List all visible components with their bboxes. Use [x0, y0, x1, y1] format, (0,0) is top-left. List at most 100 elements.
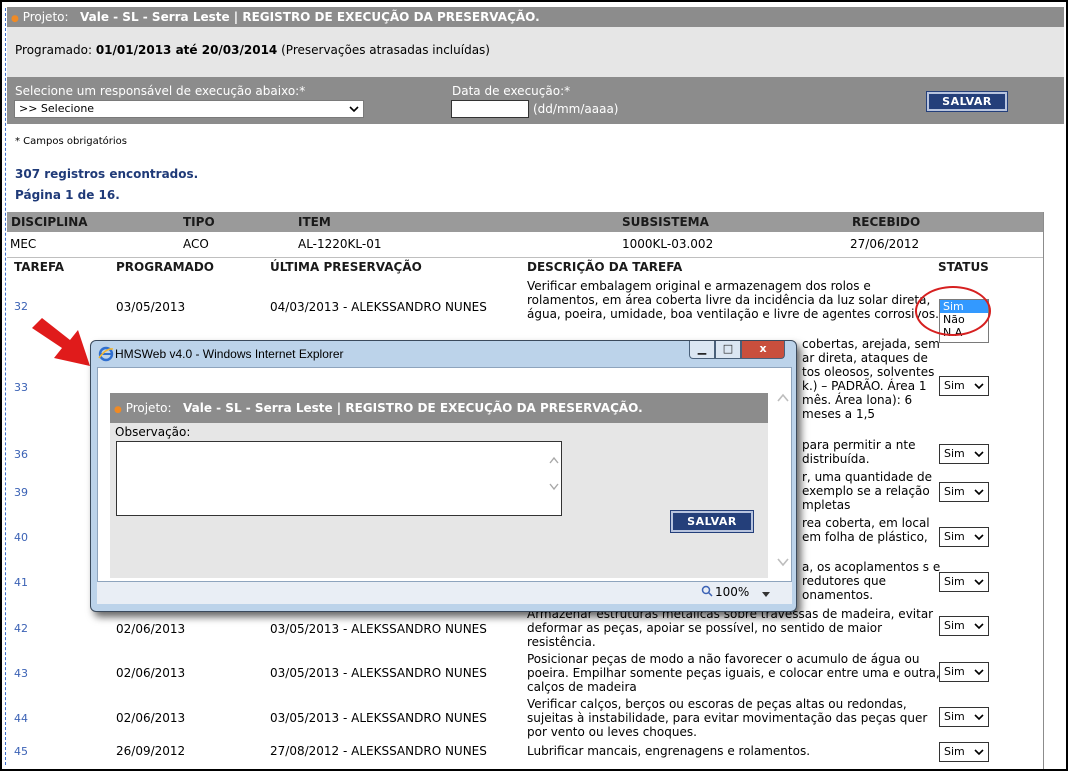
highlight-circle — [915, 286, 991, 336]
close-button[interactable]: x — [741, 341, 785, 359]
page-frame: ● Projeto: Vale - SL - Serra Leste | REG… — [0, 0, 1068, 771]
cell-programado: 02/06/2013 — [116, 711, 186, 725]
cell-item: AL-1220KL-01 — [298, 237, 382, 251]
task-link[interactable]: 43 — [14, 667, 28, 680]
cell-descricao: rea coberta, em local em folha de plásti… — [802, 516, 930, 544]
maximize-button[interactable]: □ — [715, 341, 741, 359]
cell-programado: 02/06/2013 — [116, 622, 186, 636]
task-link[interactable]: 40 — [14, 531, 28, 544]
task-link[interactable]: 45 — [14, 745, 28, 758]
observacao-label: Observação: — [115, 425, 191, 439]
info-table-header: DISCIPLINA TIPO ITEM SUBSISTEMA RECEBIDO — [7, 212, 1044, 232]
popup-project-label: Projeto: — [125, 401, 172, 415]
status-select[interactable]: Sim — [939, 662, 989, 682]
status-value: Sim — [944, 745, 965, 758]
red-arrow-icon — [32, 318, 90, 366]
table-row: 43 02/06/2013 03/05/2013 - ALEKSSANDRO N… — [7, 651, 1044, 696]
table-row: 42 02/06/2013 03/05/2013 - ALEKSSANDRO N… — [7, 606, 1044, 650]
popup-save-button[interactable]: SALVAR — [670, 510, 754, 533]
status-select[interactable]: Sim — [939, 572, 989, 592]
status-value: Sim — [944, 485, 965, 498]
header-tarefa: TAREFA — [14, 260, 65, 274]
status-value: Sim — [944, 619, 965, 632]
table-row: 44 02/06/2013 03/05/2013 - ALEKSSANDRO N… — [7, 696, 1044, 742]
header-descricao: DESCRIÇÃO DA TAREFA — [527, 260, 683, 274]
info-table-row: MEC ACO AL-1220KL-01 1000KL-03.002 27/06… — [7, 232, 1044, 258]
status-select[interactable]: Sim — [939, 616, 989, 636]
popup-project-title: Vale - SL - Serra Leste | REGISTRO DE EX… — [182, 401, 643, 415]
cell-disciplina: MEC — [10, 237, 37, 251]
header-item: ITEM — [298, 215, 331, 229]
responsavel-select[interactable]: >> Selecione — [14, 100, 364, 118]
cell-ultima: 27/08/2012 - ALEKSSANDRO NUNES — [270, 744, 487, 758]
bullet-icon: ● — [11, 14, 19, 24]
bullet-icon: ● — [114, 405, 122, 415]
page-indicator: Página 1 de 16. — [15, 188, 120, 202]
header-tipo: TIPO — [183, 215, 215, 229]
status-select[interactable]: Sim — [939, 742, 989, 762]
popup-status-bar: 100% — [97, 582, 792, 604]
status-select[interactable]: Sim — [939, 527, 989, 547]
chevron-up-icon — [547, 456, 561, 467]
status-select[interactable]: Sim — [939, 444, 989, 464]
cell-programado: 03/05/2013 — [116, 300, 186, 314]
programado-label: Programado: — [15, 43, 92, 57]
programado-note: (Preservações atrasadas incluídas) — [281, 43, 490, 57]
textarea-scrollbar[interactable] — [547, 442, 561, 515]
minimize-button[interactable]: ▁ — [689, 341, 715, 359]
cell-ultima: 03/05/2013 - ALEKSSANDRO NUNES — [270, 711, 487, 725]
popup-scrollbar[interactable] — [774, 368, 792, 581]
status-value: Sim — [944, 710, 965, 723]
status-select[interactable]: Sim — [939, 707, 989, 727]
observacao-textarea[interactable] — [116, 441, 562, 516]
selection-bar: Selecione um responsável de execução aba… — [7, 77, 1064, 124]
popup-window-title: HMSWeb v4.0 - Windows Internet Explorer — [115, 347, 344, 361]
task-link[interactable]: 41 — [14, 576, 28, 589]
status-select[interactable]: Sim — [939, 482, 989, 502]
project-header: ● Projeto: Vale - SL - Serra Leste | REG… — [7, 7, 1064, 27]
task-link[interactable]: 42 — [14, 622, 28, 635]
cell-ultima: 03/05/2013 - ALEKSSANDRO NUNES — [270, 666, 487, 680]
header-subsistema: SUBSISTEMA — [622, 215, 709, 229]
header-recebido: RECEBIDO — [852, 215, 921, 229]
cell-descricao: r, uma quantidade de exemplo se a relaçã… — [802, 470, 933, 512]
chevron-down-icon — [973, 528, 985, 552]
header-programado: PROGRAMADO — [116, 260, 215, 274]
zoom-level[interactable]: 100% — [715, 585, 749, 599]
task-table-header: TAREFA PROGRAMADO ÚLTIMA PRESERVAÇÃO DES… — [7, 260, 1044, 278]
task-link[interactable]: 39 — [14, 486, 28, 499]
required-fields-note: * Campos obrigatórios — [15, 136, 127, 147]
project-label: Projeto: — [22, 10, 69, 24]
zoom-icon[interactable] — [701, 585, 713, 600]
chevron-down-icon — [973, 617, 985, 641]
cell-programado: 26/09/2012 — [116, 744, 186, 758]
chevron-down-icon — [973, 743, 985, 767]
observacao-area: Observação: SALVAR — [110, 423, 768, 578]
status-value: Sim — [944, 575, 965, 588]
cell-descricao: a, os acoplamentos s e redutores que ona… — [802, 560, 941, 602]
status-value: Sim — [944, 665, 965, 678]
data-execucao-input[interactable] — [451, 100, 529, 118]
chevron-down-icon — [973, 483, 985, 507]
status-value: Sim — [944, 447, 965, 460]
chevron-down-icon — [973, 663, 985, 687]
task-link[interactable]: 36 — [14, 448, 28, 461]
chevron-down-icon — [973, 445, 985, 469]
task-link[interactable]: 44 — [14, 712, 28, 725]
project-title: Vale - SL - Serra Leste | REGISTRO DE EX… — [79, 10, 540, 24]
cell-ultima: 04/03/2013 - ALEKSSANDRO NUNES — [270, 300, 487, 314]
task-link[interactable]: 33 — [14, 381, 28, 394]
task-link[interactable]: 32 — [14, 300, 28, 313]
status-select[interactable]: Sim — [939, 376, 989, 396]
table-row: 45 26/09/2012 27/08/2012 - ALEKSSANDRO N… — [7, 742, 1044, 769]
zoom-dropdown-icon[interactable] — [761, 587, 771, 601]
cell-descricao: Verificar calços, berços ou escoras de p… — [527, 697, 928, 739]
cell-descricao: para permitir a nte distribuída. — [802, 438, 916, 466]
chevron-down-icon — [973, 377, 985, 401]
save-button[interactable]: SALVAR — [926, 91, 1008, 112]
popup-window: HMSWeb v4.0 - Windows Internet Explorer … — [90, 340, 797, 612]
table-right-border — [1043, 212, 1044, 769]
chevron-down-icon — [774, 556, 792, 570]
cell-programado: 02/06/2013 — [116, 666, 186, 680]
cell-descricao: Armazenar estruturas metálicas sobre tra… — [527, 607, 934, 649]
